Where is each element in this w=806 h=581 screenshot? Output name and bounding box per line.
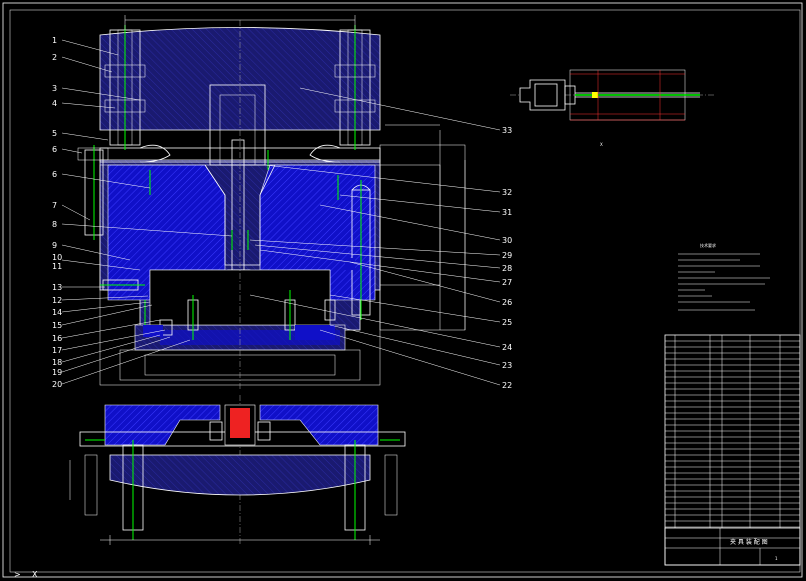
part-label-left: 9: [52, 241, 57, 250]
part-label-right: 25: [502, 318, 512, 327]
part-label-right: 30: [502, 236, 512, 245]
corner-x: X: [32, 570, 38, 579]
bottom-base-block: [109, 454, 371, 496]
part-labels-right: 33 32 31 30 29 28 27 26 25 24 23 22: [502, 126, 512, 390]
part-label-right: 23: [502, 361, 512, 370]
part-label-right: 27: [502, 278, 512, 287]
part-label-left: 4: [52, 99, 57, 108]
part-label-left: 6: [52, 170, 57, 179]
part-label-right: 29: [502, 251, 512, 260]
part-label-left: 20: [52, 380, 62, 389]
title-block-drawing-name: 夹 具 装 配 图: [730, 538, 768, 546]
part-label-left: 15: [52, 321, 62, 330]
part-label-left: 12: [52, 296, 62, 305]
part-label-right: 26: [502, 298, 512, 307]
part-label-left: 10: [52, 253, 62, 262]
part-label-left: 3: [52, 84, 57, 93]
part-label-left: 5: [52, 129, 57, 138]
bottom-view: [69, 404, 406, 545]
part-label-right: 32: [502, 188, 512, 197]
part-label-right: 22: [502, 381, 512, 390]
tech-requirements-title: 技术要求: [700, 242, 716, 248]
part-label-right: 31: [502, 208, 512, 217]
corner-arrow: >: [14, 570, 21, 579]
technical-requirements: 技术要求: [678, 242, 770, 311]
bottom-top-block-left: [104, 404, 221, 446]
part-label-left: 18: [52, 358, 62, 367]
part-label-left: 8: [52, 220, 57, 229]
part-label-left: 14: [52, 308, 62, 317]
part-label-left: 6: [52, 145, 57, 154]
bottom-red-part: [230, 408, 250, 438]
part-label-left: 19: [52, 368, 62, 377]
part-label-left: 11: [52, 262, 62, 271]
part-label-right: 28: [502, 264, 512, 273]
bottom-top-block-right: [259, 404, 379, 446]
parts-list-table: [664, 334, 801, 566]
part-label-left: 1: [52, 36, 57, 45]
part-label-left: 17: [52, 346, 62, 355]
rod-detail-view: X: [510, 69, 715, 147]
title-block: 夹 具 装 配 图 1: [664, 527, 801, 566]
rod-view-x-mark: X: [600, 142, 603, 147]
part-label-right: 33: [502, 126, 512, 135]
part-label-left: 7: [52, 201, 57, 210]
cad-drawing-canvas: 12345667891011131214151617181920 3332313…: [2, 2, 803, 579]
part-labels-left: 12345667891011131214151617181920: [52, 36, 62, 389]
part-label-left: 16: [52, 334, 62, 343]
title-block-mark: 1: [775, 556, 778, 561]
part-label-left: 13: [52, 283, 62, 292]
part-label-right: 24: [502, 343, 512, 352]
part-label-left: 2: [52, 53, 57, 62]
